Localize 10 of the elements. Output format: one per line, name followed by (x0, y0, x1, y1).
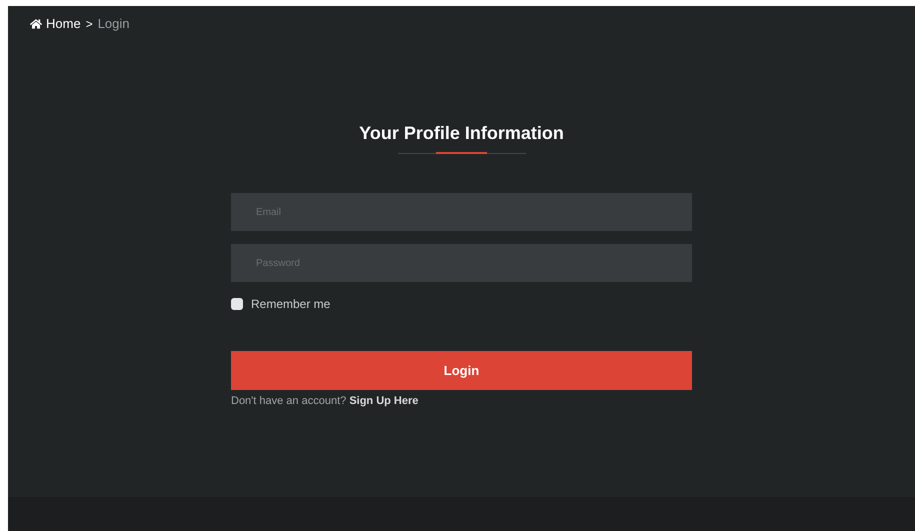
breadcrumb-link[interactable]: Home (30, 16, 81, 31)
checkbox-label: Remember me (251, 297, 330, 311)
signup-link[interactable]: Sign Up Here (349, 395, 418, 407)
breadcrumb-link[interactable]: Login (98, 16, 130, 31)
page-title: Your Profile Information (359, 123, 564, 144)
signup-prompt: Don't have an account? Sign Up Here (231, 395, 420, 407)
checkbox[interactable] (231, 298, 243, 310)
breadcrumb-separator: > (86, 16, 93, 30)
login-button[interactable]: Login (231, 351, 692, 390)
home-icon (30, 18, 42, 30)
